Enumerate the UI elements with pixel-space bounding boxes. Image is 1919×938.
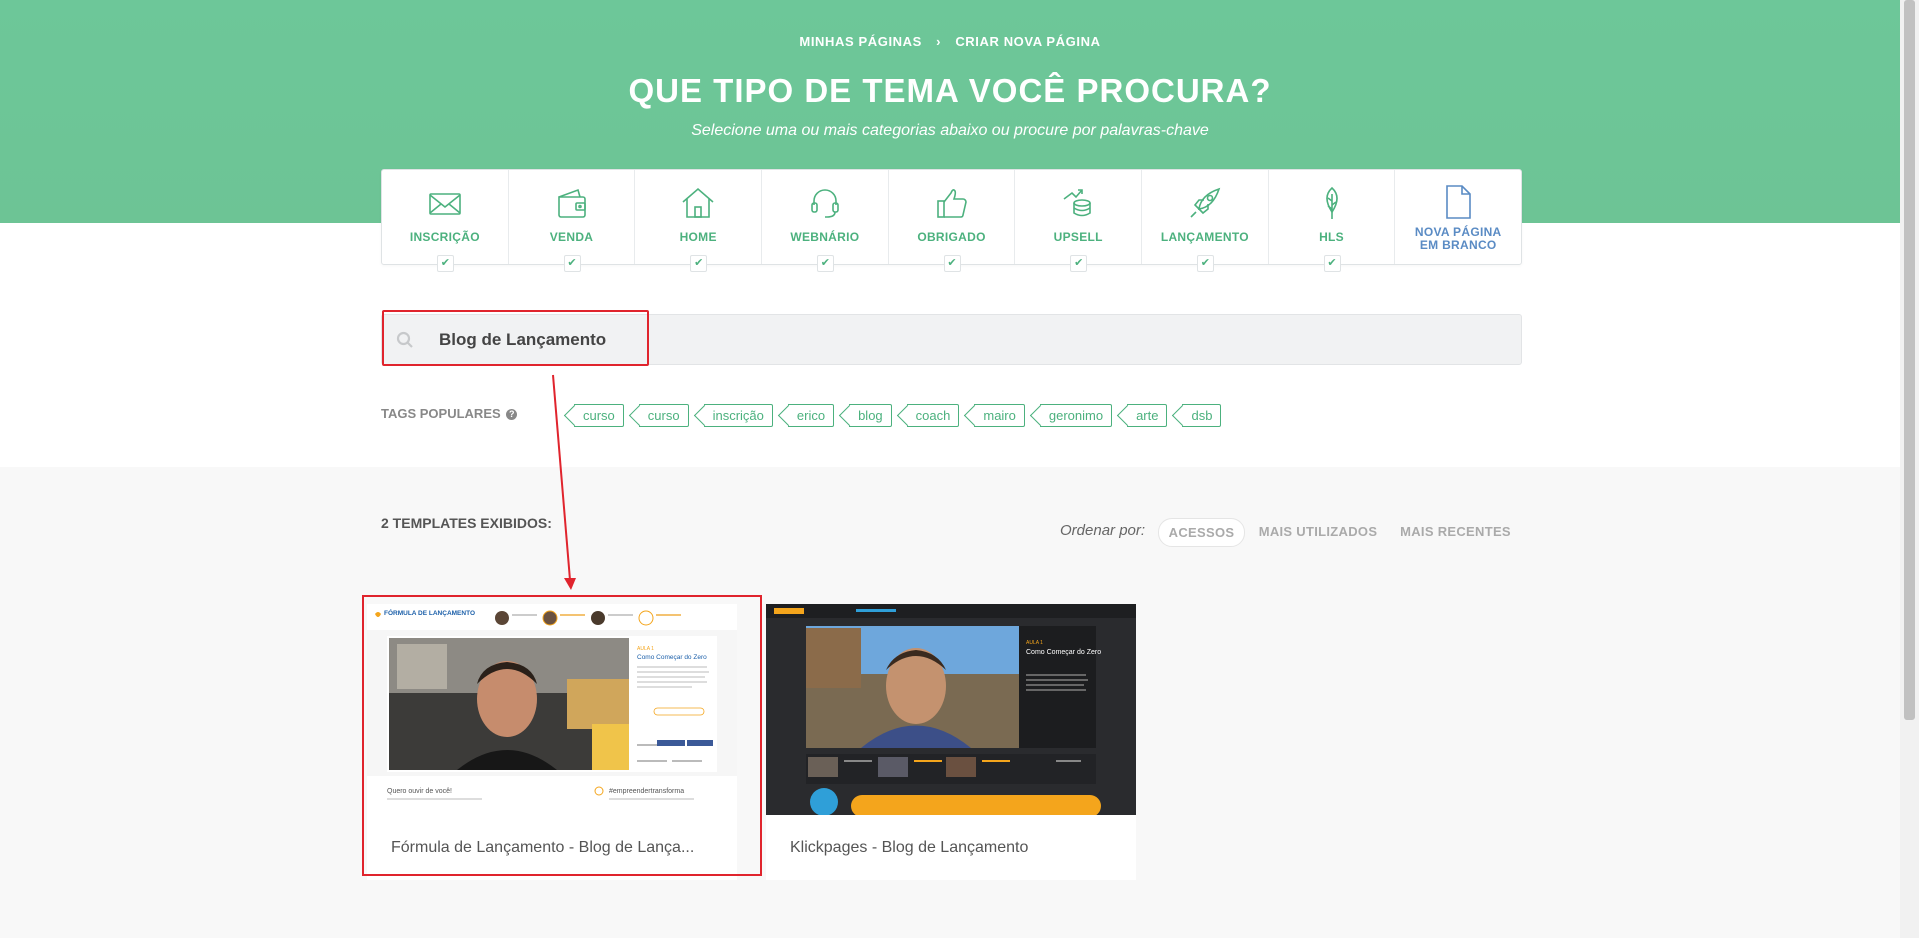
tag-label: geronimo [1048, 408, 1104, 423]
blank-page-label-line1: NOVA PÁGINA [1414, 225, 1502, 239]
category-webnario[interactable]: WEBNÁRIO ✔ [762, 170, 889, 272]
search-input[interactable] [437, 315, 1341, 364]
popular-tags-label: TAGS POPULARES ? [381, 406, 518, 421]
preview-hashtag: #empreendertransforma [609, 788, 684, 795]
checkmark-icon[interactable]: ✔ [563, 255, 581, 272]
search-bar [381, 314, 1522, 365]
category-label: OBRIGADO [917, 230, 986, 244]
template-card[interactable]: FÓRMULA DE LANÇAMENTO AULA 1 Como Começa… [367, 604, 737, 880]
category-upsell[interactable]: UPSELL ✔ [1015, 170, 1143, 272]
category-label: INSCRIÇÃO [409, 230, 480, 244]
category-selector: INSCRIÇÃO ✔ VENDA ✔ HOME ✔ WEBNÁRIO ✔ OB… [381, 169, 1522, 272]
headset-icon [811, 189, 839, 218]
tag-item[interactable]: blog [849, 404, 892, 427]
rocket-icon [1190, 187, 1221, 218]
leaf-icon [1325, 186, 1338, 219]
tag-label: dsb [1191, 408, 1213, 423]
breadcrumb-separator: › [936, 34, 942, 49]
page-scrollbar[interactable] [1900, 0, 1919, 938]
preview-lesson: AULA 1 [1026, 640, 1043, 646]
category-home[interactable]: HOME ✔ [635, 170, 763, 272]
checkmark-icon[interactable]: ✔ [1070, 255, 1088, 272]
preview-comment: Quero ouvir de você! [387, 788, 452, 795]
category-label: LANÇAMENTO [1160, 230, 1249, 244]
wallet-icon [557, 188, 586, 218]
results-count: 2 TEMPLATES EXIBIDOS: [381, 515, 552, 531]
template-preview: AULA 1 Como Começar do Zero [766, 604, 1136, 815]
checkmark-icon[interactable]: ✔ [943, 255, 961, 272]
popular-tags-title: TAGS POPULARES [381, 406, 501, 421]
category-label: HOME [679, 230, 717, 244]
checkmark-icon[interactable]: ✔ [1323, 255, 1341, 272]
category-label: WEBNÁRIO [790, 230, 860, 244]
template-preview: FÓRMULA DE LANÇAMENTO AULA 1 Como Começa… [367, 604, 737, 815]
tag-label: mairo [983, 408, 1016, 423]
blank-page-label-line2: EM BRANCO [1419, 238, 1497, 252]
tag-label: inscrição [712, 408, 764, 423]
checkmark-icon[interactable]: ✔ [816, 255, 834, 272]
house-icon [682, 187, 714, 218]
category-inscricao[interactable]: INSCRIÇÃO ✔ [382, 170, 509, 272]
tag-label: arte [1136, 408, 1159, 423]
category-obrigado[interactable]: OBRIGADO ✔ [889, 170, 1016, 272]
preview-lesson: AULA 1 [637, 646, 654, 652]
tag-item[interactable]: curso [638, 404, 689, 427]
checkmark-icon[interactable]: ✔ [1196, 255, 1214, 272]
sort-acessos-button[interactable]: ACESSOS [1158, 518, 1245, 547]
category-venda[interactable]: VENDA ✔ [509, 170, 636, 272]
envelope-icon [429, 193, 461, 215]
document-icon [1446, 185, 1472, 219]
category-label: VENDA [549, 230, 594, 244]
category-label: HLS [1319, 230, 1344, 244]
tag-label: curso [583, 408, 615, 423]
tag-item[interactable]: coach [906, 404, 960, 427]
tag-label: coach [915, 408, 951, 423]
thumbs-up-icon [936, 189, 967, 218]
template-preview-image: AULA 1 Como Começar do Zero [766, 604, 1136, 815]
tag-item[interactable]: mairo [974, 404, 1025, 427]
category-lancamento[interactable]: LANÇAMENTO ✔ [1142, 170, 1269, 272]
preview-heading: Como Começar do Zero [1026, 649, 1101, 656]
new-blank-page-button[interactable]: NOVA PÁGINA EM BRANCO [1395, 170, 1521, 264]
tag-label: blog [858, 408, 883, 423]
blank-page-label: NOVA PÁGINA EM BRANCO [1395, 226, 1521, 252]
checkmark-icon[interactable]: ✔ [436, 255, 454, 272]
category-hls[interactable]: HLS ✔ [1269, 170, 1396, 272]
tag-item[interactable]: arte [1127, 404, 1168, 427]
breadcrumb: MINHAS PÁGINAS › CRIAR NOVA PÁGINA [0, 34, 1900, 49]
tag-item[interactable]: dsb [1182, 404, 1222, 427]
sort-mais-recentes-button[interactable]: MAIS RECENTES [1398, 518, 1513, 545]
tag-item[interactable]: erico [787, 404, 835, 427]
sort-mais-utilizados-button[interactable]: MAIS UTILIZADOS [1258, 518, 1378, 545]
sort-label: Ordenar por: [1060, 522, 1146, 539]
tag-item[interactable]: curso [574, 404, 624, 427]
preview-heading: Como Começar do Zero [637, 654, 707, 661]
search-icon [396, 331, 413, 348]
tag-item[interactable]: inscrição [703, 404, 773, 427]
tag-item[interactable]: geronimo [1039, 404, 1113, 427]
breadcrumb-parent-link[interactable]: MINHAS PÁGINAS [799, 34, 922, 49]
coins-icon [1063, 189, 1091, 217]
help-icon[interactable]: ? [506, 409, 518, 420]
template-preview-image: FÓRMULA DE LANÇAMENTO AULA 1 Como Começa… [367, 604, 737, 815]
category-label: UPSELL [1053, 230, 1103, 244]
page-subtitle: Selecione uma ou mais categorias abaixo … [691, 122, 1209, 139]
template-name[interactable]: Fórmula de Lançamento - Blog de Lança... [391, 839, 721, 857]
preview-logo: FÓRMULA DE LANÇAMENTO [384, 608, 475, 617]
template-name[interactable]: Klickpages - Blog de Lançamento [790, 839, 1120, 857]
checkmark-icon[interactable]: ✔ [690, 255, 708, 272]
scrollbar-thumb[interactable] [1904, 0, 1915, 720]
tag-label: erico [796, 408, 826, 423]
template-card[interactable]: AULA 1 Como Começar do Zero Klickpages -… [766, 604, 1136, 880]
page-title: QUE TIPO DE TEMA VOCÊ PROCURA? [628, 72, 1272, 109]
breadcrumb-current: CRIAR NOVA PÁGINA [955, 34, 1101, 49]
popular-tags-list: curso curso inscrição erico blog coach m… [574, 404, 1236, 427]
tag-label: curso [647, 408, 680, 423]
